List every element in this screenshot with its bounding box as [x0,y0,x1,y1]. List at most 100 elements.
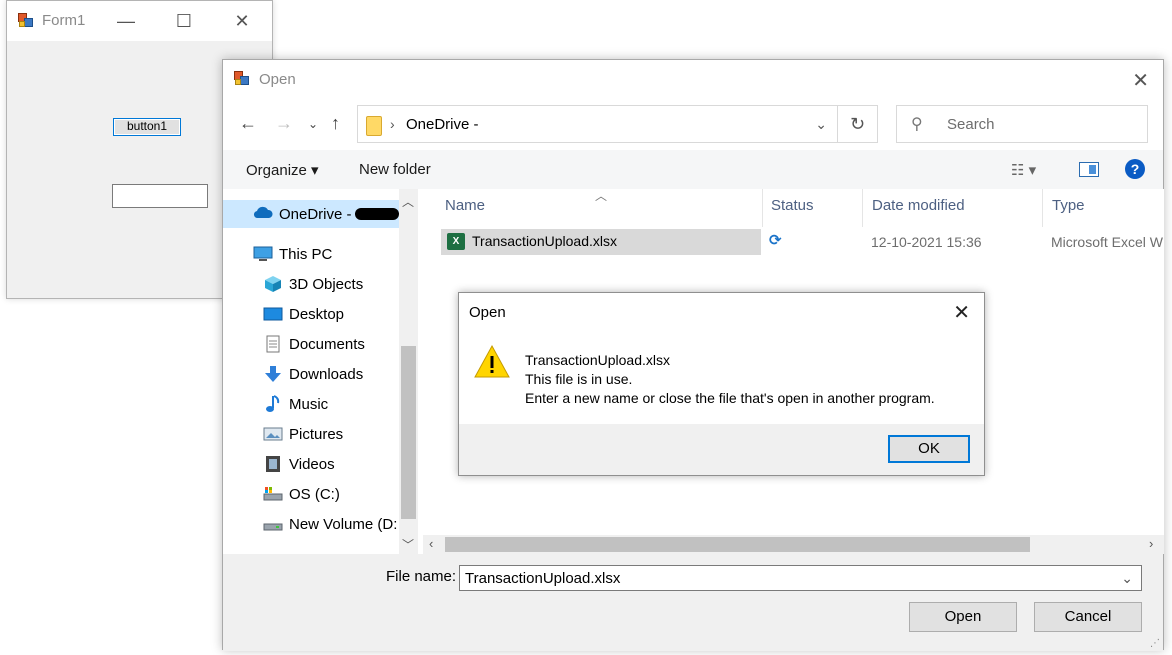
date-modified-cell: 12-10-2021 15:36 [871,234,982,250]
new-folder-button[interactable]: New folder [359,161,431,178]
cloud-icon [253,205,273,223]
form1-title: Form1 [42,12,86,29]
search-placeholder: Search [947,116,995,133]
table-row[interactable]: X TransactionUpload.xlsx ⟳ 12-10-2021 15… [441,229,1164,255]
search-icon: ⚲ [911,116,923,133]
scroll-right-icon[interactable]: › [1149,536,1153,551]
file-name-value[interactable]: TransactionUpload.xlsx [465,570,620,587]
refresh-icon: ↻ [849,113,866,134]
message-line-in-use: This file is in use. [525,371,633,387]
refresh-button[interactable]: ↻ [838,105,878,143]
breadcrumb-chevron-icon[interactable]: › [390,116,395,132]
close-icon[interactable]: ✕ [1132,68,1149,93]
sidebar-item-music[interactable]: Music [263,390,328,418]
sidebar-item-pictures[interactable]: Pictures [263,420,343,448]
scroll-down-icon[interactable]: ﹀ [402,536,414,553]
document-icon [263,335,283,353]
form1-titlebar[interactable]: Form1 — ☐ ✕ [7,1,272,41]
sidebar-item-label: 3D Objects [289,275,364,293]
horizontal-scroll-thumb[interactable] [445,537,1030,552]
folder-icon [366,116,382,136]
file-name-cell: TransactionUpload.xlsx [472,233,617,249]
sidebar-item-label: Documents [289,335,365,353]
sync-icon: ⟳ [769,232,782,249]
scroll-up-icon[interactable]: ︿ [402,193,414,210]
close-icon[interactable]: ✕ [213,1,271,41]
video-icon [263,455,283,473]
music-icon [263,395,283,413]
file-in-use-message-box: Open ✕ TransactionUpload.xlsx This file … [458,292,985,476]
button1[interactable]: button1 [113,118,181,136]
dialog-footer: File name: TransactionUpload.xlsx ⌄ Open… [223,554,1163,651]
recent-locations-chevron-icon[interactable]: ⌄ [308,117,318,131]
sidebar-item-label: OS (C:) [289,485,340,503]
file-name-input[interactable]: TransactionUpload.xlsx ⌄ [459,565,1142,591]
sidebar-item-label: This PC [279,245,333,263]
type-cell: Microsoft Excel W [1051,234,1164,250]
app-icon [18,13,34,29]
chevron-down-icon[interactable]: ⌄ [815,116,827,133]
form1-textbox[interactable] [112,184,208,208]
sidebar-item-onedrive[interactable]: OneDrive - [223,200,399,228]
sidebar-item-label: New Volume (D: [289,515,398,533]
resize-grip-icon[interactable]: ⋰ [1150,638,1160,649]
sidebar-scrollbar[interactable]: ︿ ﹀ [399,189,418,554]
sidebar-item-this-pc[interactable]: This PC [253,240,332,268]
dialog-title: Open [259,71,296,88]
sidebar-item-downloads[interactable]: Downloads [263,360,363,388]
message-box-footer: OK [459,424,984,475]
dialog-titlebar[interactable]: Open ✕ [223,60,1163,98]
sidebar-item-new-volume[interactable]: New Volume (D: [263,510,397,538]
column-header-name[interactable]: ︿ Name [423,189,763,227]
address-path[interactable]: OneDrive - [406,116,479,133]
column-header-status[interactable]: Status [763,189,863,227]
sidebar-item-os-c[interactable]: OS (C:) [263,480,340,508]
picture-icon [263,425,283,443]
sidebar-item-documents[interactable]: Documents [263,330,365,358]
horizontal-scrollbar[interactable]: ‹ › [423,535,1164,554]
address-bar[interactable]: › OneDrive - ⌄ [357,105,838,143]
navigation-bar: ← → ⌄ ↑ › OneDrive - ⌄ ↻ ⚲ Search [223,104,1163,144]
sidebar-item-label: Videos [289,455,335,473]
redacted-block [354,208,399,220]
organize-menu[interactable]: Organize ▾ [246,161,319,179]
message-line-instruction: Enter a new name or close the file that'… [525,390,935,406]
app-icon [234,71,250,87]
column-header-type[interactable]: Type [1043,189,1164,227]
desktop-icon [263,305,283,323]
maximize-icon[interactable]: ☐ [155,1,213,41]
download-icon [263,365,283,383]
chevron-down-icon[interactable]: ⌄ [1121,570,1133,587]
column-header-date-modified[interactable]: Date modified [863,189,1043,227]
column-header-label: Type [1052,197,1085,214]
file-name-label: File name: [386,568,457,585]
message-box-title: Open [469,304,506,321]
forward-arrow-icon[interactable]: → [275,113,293,134]
search-box[interactable]: ⚲ Search [896,105,1148,143]
up-arrow-icon[interactable]: ↑ [331,113,340,134]
sidebar-item-label: Music [289,395,329,413]
message-text: TransactionUpload.xlsx This file is in u… [525,351,935,408]
drive-icon [263,515,283,533]
cancel-button[interactable]: Cancel [1034,602,1142,632]
cube-icon [263,275,283,293]
back-arrow-icon[interactable]: ← [239,113,257,134]
command-toolbar: Organize ▾ New folder ☷ ▾ ? [223,150,1163,189]
close-icon[interactable]: ✕ [953,300,970,325]
sidebar-item-videos[interactable]: Videos [263,450,335,478]
excel-file-icon: X [447,233,465,250]
computer-icon [253,245,273,263]
column-header-label: Status [771,197,814,214]
preview-pane-icon[interactable] [1079,162,1099,177]
view-options-icon[interactable]: ☷ ▾ [1011,161,1036,179]
column-header-label: Name [445,197,486,214]
scroll-left-icon[interactable]: ‹ [429,536,433,551]
open-button[interactable]: Open [909,602,1017,632]
help-icon[interactable]: ? [1125,159,1145,179]
sidebar-item-desktop[interactable]: Desktop [263,300,344,328]
minimize-icon[interactable]: — [97,1,155,41]
column-header-label: Date modified [872,197,965,214]
ok-button[interactable]: OK [888,435,970,463]
sidebar-scroll-thumb[interactable] [401,346,416,519]
sidebar-item-3d-objects[interactable]: 3D Objects [263,270,363,298]
